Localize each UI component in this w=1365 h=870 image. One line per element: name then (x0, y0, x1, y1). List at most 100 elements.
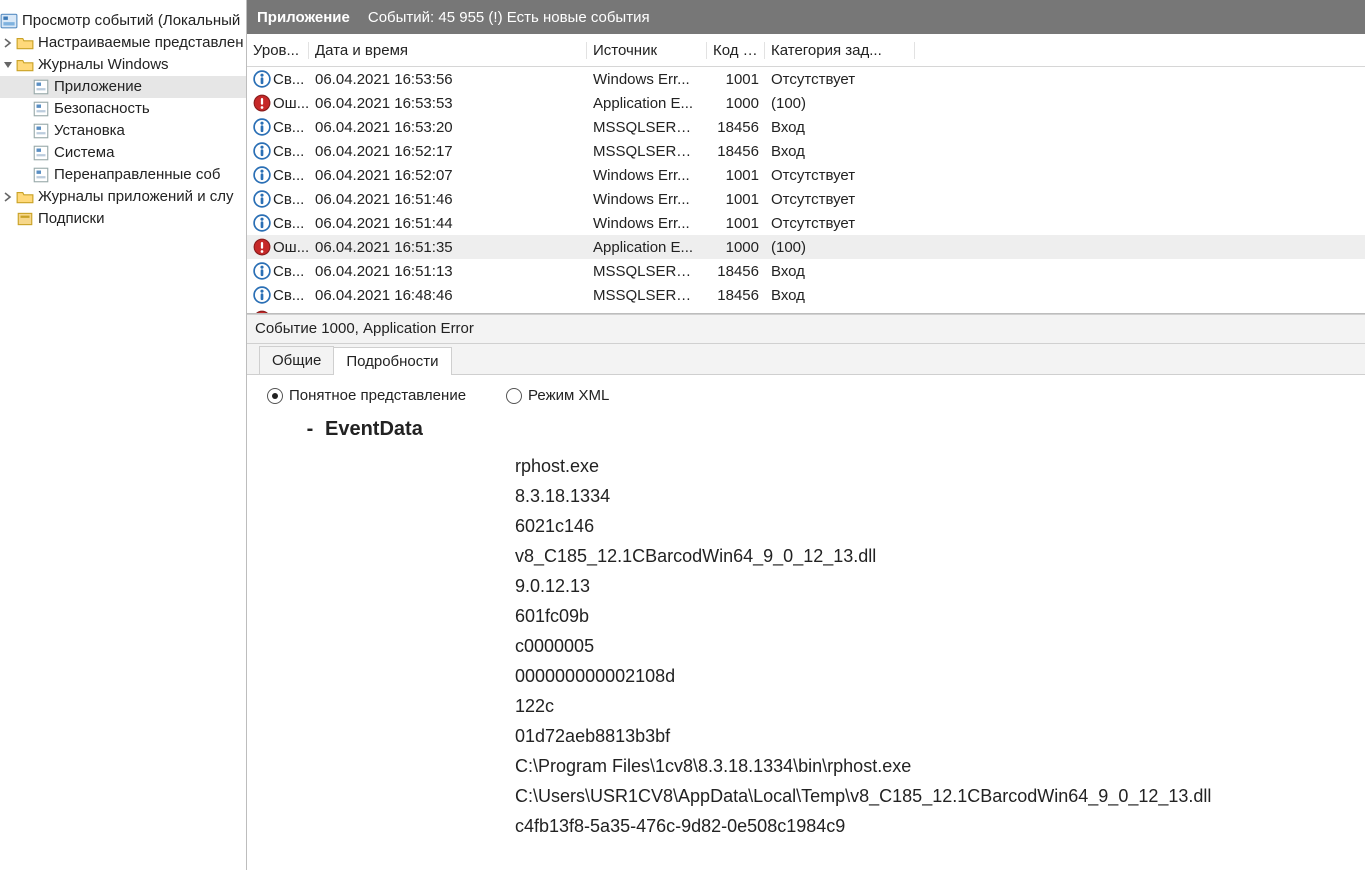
cell-datetime: 06.04.2021 16:53:53 (309, 95, 587, 112)
info-icon (253, 286, 271, 304)
radio-friendly-view[interactable]: Понятное представление (267, 387, 466, 404)
cell-datetime: 06.04.2021 16:52:17 (309, 143, 587, 160)
cell-eventid: 1000 (707, 239, 765, 256)
info-icon (253, 214, 271, 232)
grid-header[interactable]: Уров... Дата и время Источник Код с... К… (247, 34, 1365, 67)
tree-label: Журналы Windows (38, 54, 169, 76)
expand-icon[interactable] (0, 192, 16, 202)
eventdata-header[interactable]: -EventData (303, 418, 1345, 441)
cell-datetime: 06.04.2021 16:51:44 (309, 215, 587, 232)
cell-datetime: 06.04.2021 16:48:31 (309, 311, 587, 314)
tree-label: Перенаправленные соб (54, 164, 220, 186)
cell-source: MSSQLSERVER (587, 119, 707, 136)
cell-category: Вход (765, 119, 915, 136)
cell-level: Св... (273, 71, 304, 88)
eventdata-line: C:\Program Files\1cv8\8.3.18.1334\bin\rp… (515, 751, 1345, 781)
cell-eventid: 18456 (707, 119, 765, 136)
cell-source: MSSQLSERVER (587, 263, 707, 280)
cell-level: Св... (273, 215, 304, 232)
cell-category: Отсутствует (765, 191, 915, 208)
col-eventid[interactable]: Код с... (707, 42, 765, 59)
events-grid: Уров... Дата и время Источник Код с... К… (247, 34, 1365, 314)
cell-level: Ош... (273, 239, 309, 256)
event-row[interactable]: Св... 06.04.2021 16:52:07 Windows Err...… (247, 163, 1365, 187)
tree-label: Подписки (38, 208, 105, 230)
eventdata-line: 601fc09b (515, 601, 1345, 631)
cell-level: Св... (273, 287, 304, 304)
col-category[interactable]: Категория зад... (765, 42, 915, 59)
cell-level: Св... (273, 167, 304, 184)
event-row[interactable]: Ош... 06.04.2021 16:53:53 Application E.… (247, 91, 1365, 115)
radio-label: Режим XML (528, 387, 609, 404)
detail-tabs: Общие Подробности (247, 344, 1365, 375)
detail-title: Событие 1000, Application Error (247, 314, 1365, 344)
tree-subscriptions[interactable]: Подписки (0, 208, 246, 230)
cell-category: (100) (765, 239, 915, 256)
event-row[interactable]: Св... 06.04.2021 16:53:56 Windows Err...… (247, 67, 1365, 91)
event-row[interactable]: Св... 06.04.2021 16:52:17 MSSQLSERVER 18… (247, 139, 1365, 163)
tree-log-item[interactable]: Система (0, 142, 246, 164)
tree-label: Просмотр событий (Локальный (22, 10, 240, 32)
cell-source: Windows Err... (587, 167, 707, 184)
tree-label: Система (54, 142, 114, 164)
cell-datetime: 06.04.2021 16:52:07 (309, 167, 587, 184)
radio-xml-view[interactable]: Режим XML (506, 387, 609, 404)
radio-label: Понятное представление (289, 387, 466, 404)
cell-datetime: 06.04.2021 16:48:46 (309, 287, 587, 304)
info-icon (253, 70, 271, 88)
tree-log-item[interactable]: Безопасность (0, 98, 246, 120)
tree-app-services-logs[interactable]: Журналы приложений и слу (0, 186, 246, 208)
collapse-icon[interactable] (0, 60, 16, 70)
cell-category: (100) (765, 311, 915, 314)
content-header: Приложение Событий: 45 955 (!) Есть новы… (247, 0, 1365, 34)
cell-level: Св... (273, 119, 304, 136)
event-row[interactable]: Ош... 06.04.2021 16:48:31 Application E.… (247, 307, 1365, 313)
eventdata-line: c4fb13f8-5a35-476c-9d82-0e508c1984c9 (515, 811, 1345, 841)
eventdata-line: 8.3.18.1334 (515, 481, 1345, 511)
cell-datetime: 06.04.2021 16:51:46 (309, 191, 587, 208)
tree-label: Приложение (54, 76, 142, 98)
tree-label: Журналы приложений и слу (38, 186, 234, 208)
cell-source: MSSQLSERVER (587, 143, 707, 160)
log-icon (32, 100, 50, 118)
event-row[interactable]: Св... 06.04.2021 16:53:20 MSSQLSERVER 18… (247, 115, 1365, 139)
cell-category: Вход (765, 287, 915, 304)
folder-icon (16, 188, 34, 206)
tree-windows-logs[interactable]: Журналы Windows (0, 54, 246, 76)
subscriptions-icon (16, 210, 34, 228)
info-icon (253, 190, 271, 208)
cell-datetime: 06.04.2021 16:51:13 (309, 263, 587, 280)
eventdata-line: 9.0.12.13 (515, 571, 1345, 601)
cell-eventid: 1001 (707, 71, 765, 88)
event-row[interactable]: Св... 06.04.2021 16:51:46 Windows Err...… (247, 187, 1365, 211)
cell-category: Отсутствует (765, 167, 915, 184)
tree-log-item[interactable]: Установка (0, 120, 246, 142)
eventdata-line: 01d72aeb8813b3bf (515, 721, 1345, 751)
expand-icon[interactable] (0, 38, 16, 48)
event-row[interactable]: Св... 06.04.2021 16:51:44 Windows Err...… (247, 211, 1365, 235)
cell-source: MSSQLSERVER (587, 287, 707, 304)
error-icon (253, 238, 271, 256)
cell-category: Отсутствует (765, 215, 915, 232)
cell-source: Windows Err... (587, 191, 707, 208)
cell-eventid: 18456 (707, 263, 765, 280)
tree-root-event-viewer[interactable]: Просмотр событий (Локальный (0, 10, 246, 32)
eventdata-line: C:\Users\USR1CV8\AppData\Local\Temp\v8_C… (515, 781, 1345, 811)
col-datetime[interactable]: Дата и время (309, 42, 587, 59)
tree-log-item[interactable]: Перенаправленные соб (0, 164, 246, 186)
cell-eventid: 1001 (707, 167, 765, 184)
cell-category: Вход (765, 143, 915, 160)
col-source[interactable]: Источник (587, 42, 707, 59)
cell-eventid: 1000 (707, 311, 765, 314)
tab-details[interactable]: Подробности (333, 347, 451, 375)
event-row[interactable]: Св... 06.04.2021 16:48:46 MSSQLSERVER 18… (247, 283, 1365, 307)
tree-custom-views[interactable]: Настраиваемые представлен (0, 32, 246, 54)
cell-eventid: 18456 (707, 143, 765, 160)
tree-log-item[interactable]: Приложение (0, 76, 246, 98)
col-level[interactable]: Уров... (247, 42, 309, 59)
event-row[interactable]: Ош... 06.04.2021 16:51:35 Application E.… (247, 235, 1365, 259)
cell-eventid: 1000 (707, 95, 765, 112)
event-row[interactable]: Св... 06.04.2021 16:51:13 MSSQLSERVER 18… (247, 259, 1365, 283)
cell-eventid: 1001 (707, 215, 765, 232)
tab-general[interactable]: Общие (259, 346, 334, 374)
